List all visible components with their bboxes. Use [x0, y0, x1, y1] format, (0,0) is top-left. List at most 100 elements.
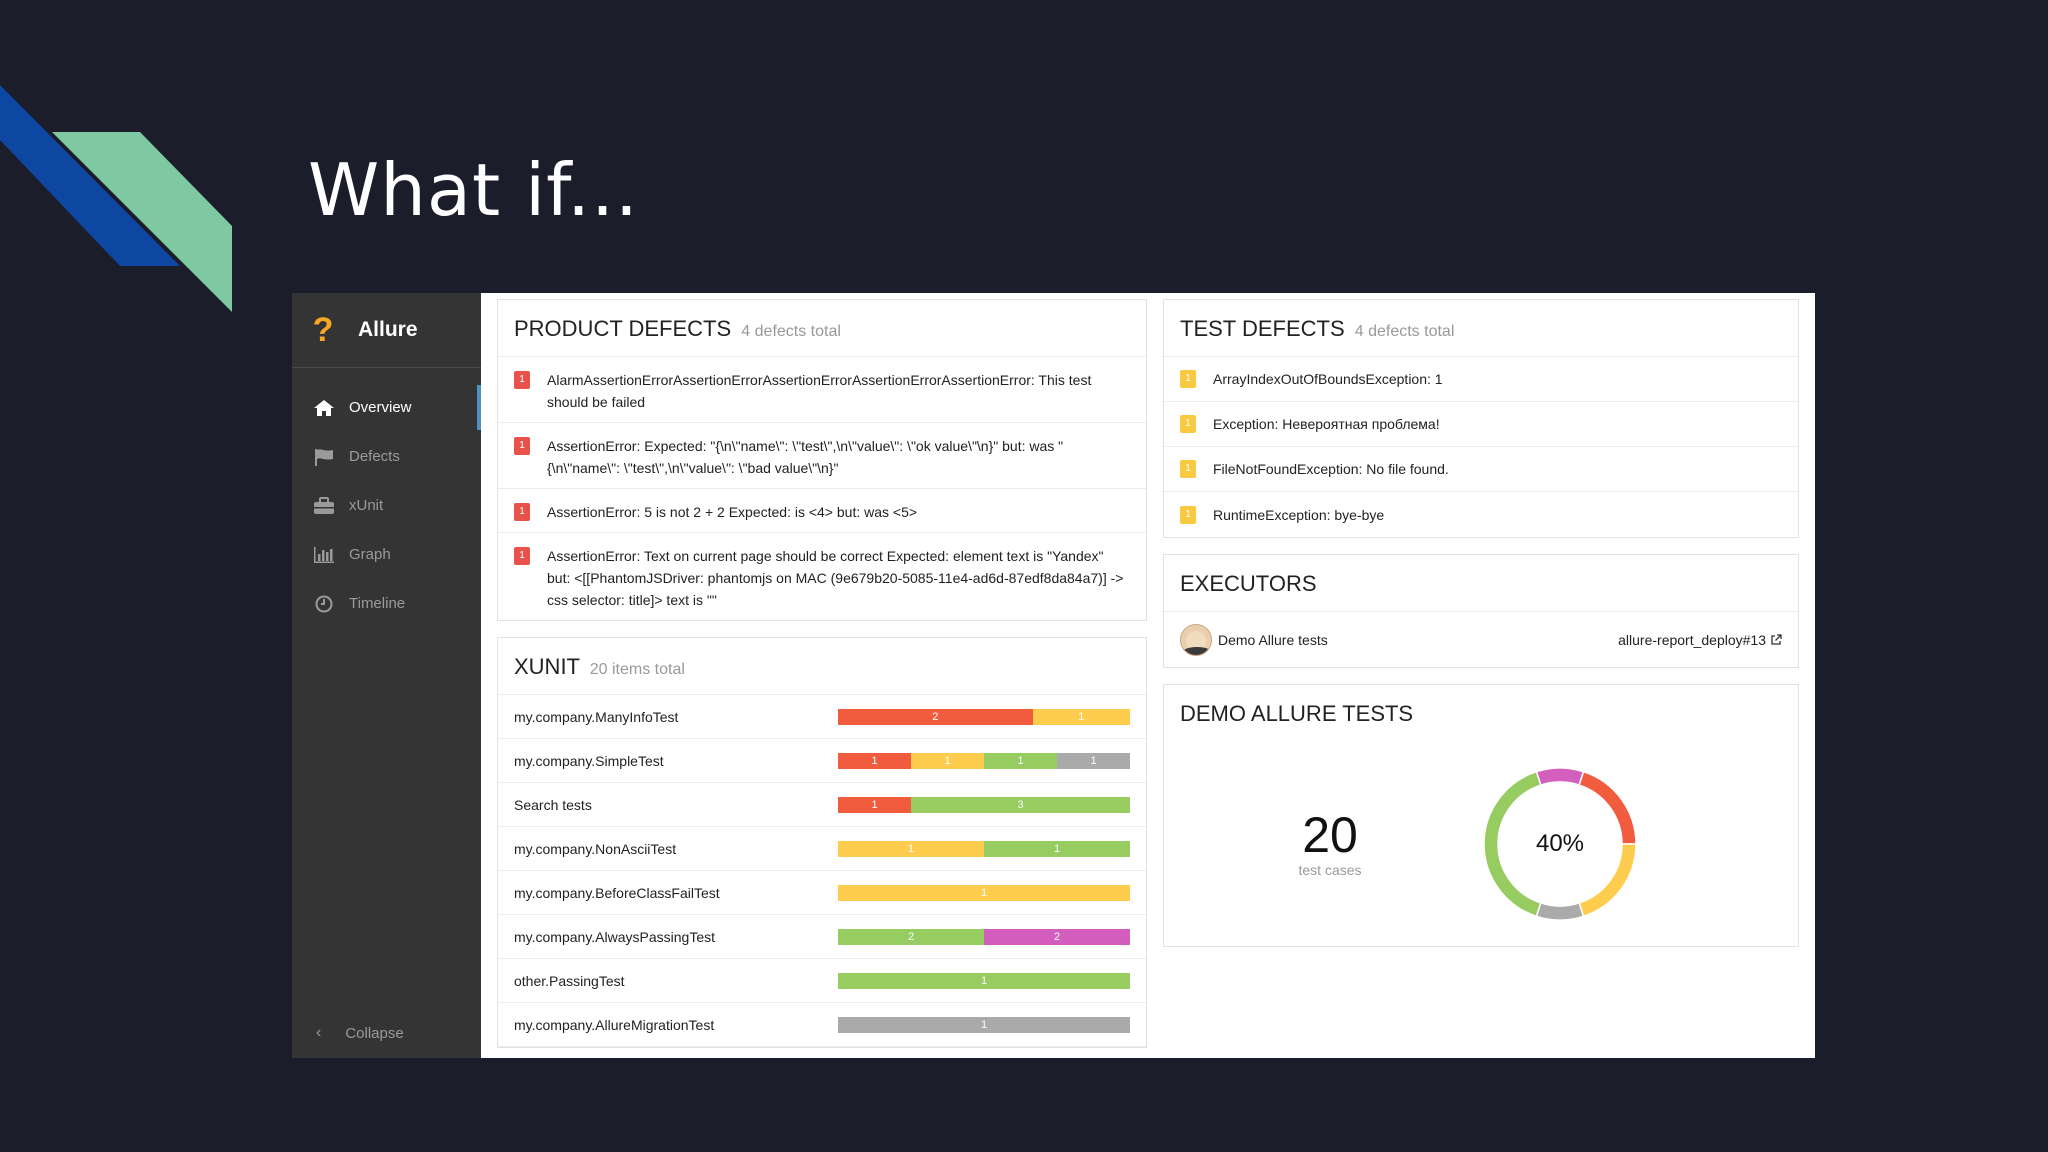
xunit-row[interactable]: my.company.ManyInfoTest 2 1 [498, 695, 1146, 739]
xunit-test-name: my.company.SimpleTest [514, 752, 664, 769]
xunit-test-name: my.company.NonAsciiTest [514, 840, 677, 857]
sidebar-item-xunit[interactable]: xUnit [292, 481, 481, 530]
widget-title-text: PRODUCT DEFECTS [514, 316, 732, 341]
executor-row: Demo Allure tests allure-report_deploy#1… [1164, 612, 1798, 667]
xunit-test-name: Search tests [514, 796, 592, 813]
xunit-test-name: other.PassingTest [514, 972, 625, 989]
defect-message: FileNotFoundException: No file found. [1213, 461, 1449, 477]
sidebar-item-label: xUnit [349, 497, 384, 514]
defect-message: AssertionError: Text on current page sho… [547, 548, 1124, 608]
test-defect-row[interactable]: 1 FileNotFoundException: No file found. [1164, 447, 1798, 492]
product-defect-row[interactable]: 1 AlarmAssertionErrorAssertionErrorAsser… [498, 357, 1146, 423]
xunit-row[interactable]: other.PassingTest 1 [498, 959, 1146, 1003]
external-link-icon [1771, 633, 1782, 645]
xunit-row[interactable]: my.company.AlwaysPassingTest 2 2 [498, 915, 1146, 959]
status-segment-yellow: 1 [1032, 708, 1130, 725]
xunit-row[interactable]: my.company.AllureMigrationTest 1 [498, 1003, 1146, 1047]
status-segment-pink: 2 [984, 928, 1130, 945]
status-bar: 1 [838, 1016, 1130, 1033]
sidebar-item-timeline[interactable]: Timeline [292, 579, 481, 628]
summary-body: 20 test cases 40% [1164, 741, 1798, 946]
sidebar-item-label: Defects [349, 448, 400, 465]
widget-title: XUNIT 20 items total [498, 638, 1146, 695]
chevron-left-icon: ‹ [316, 1024, 322, 1041]
widget-title: DEMO ALLURE TESTS [1164, 685, 1798, 741]
widget-title-text: TEST DEFECTS [1180, 316, 1345, 341]
status-segment-yellow: 1 [838, 840, 984, 857]
status-bar: 1 [838, 884, 1130, 901]
left-column: PRODUCT DEFECTS 4 defects total 1 AlarmA… [497, 299, 1147, 1058]
briefcase-icon [312, 496, 336, 516]
status-bar: 21 [838, 708, 1130, 725]
defect-count-badge: 1 [514, 437, 530, 455]
collapse-label: Collapse [345, 1024, 404, 1042]
test-defect-row[interactable]: 1 ArrayIndexOutOfBoundsException: 1 [1164, 357, 1798, 402]
xunit-row[interactable]: my.company.SimpleTest 1 1 1 1 [498, 739, 1146, 783]
widget-title-text: XUNIT [514, 654, 580, 679]
brand[interactable]: ? Allure [292, 293, 481, 368]
home-icon [312, 398, 336, 418]
status-segment-red: 1 [838, 752, 911, 769]
defect-message: AssertionError: 5 is not 2 + 2 Expected:… [547, 504, 918, 520]
status-bar: 13 [838, 796, 1130, 813]
test-defect-row[interactable]: 1 RuntimeException: bye-bye [1164, 492, 1798, 537]
sidebar-item-label: Overview [349, 399, 412, 416]
defect-message: AssertionError: Expected: "{\n\"name\": … [547, 438, 1064, 476]
test-defect-row[interactable]: 1 Exception: Невероятная проблема! [1164, 402, 1798, 447]
collapse-button[interactable]: ‹ Collapse [292, 1013, 404, 1053]
status-bar: 22 [838, 928, 1130, 945]
xunit-row[interactable]: Search tests 1 3 [498, 783, 1146, 827]
widget-subtitle: 4 defects total [1354, 323, 1455, 340]
success-rate-label: 40% [1535, 829, 1585, 857]
defect-count-badge: 1 [1180, 505, 1196, 524]
clock-icon [312, 594, 336, 614]
xunit-widget: XUNIT 20 items total my.company.ManyInfo… [497, 637, 1147, 1048]
sidebar-item-overview[interactable]: Overview [292, 383, 481, 432]
widget-title-text: EXECUTORS [1180, 571, 1317, 596]
sidebar-item-graph[interactable]: Graph [292, 530, 481, 579]
xunit-row[interactable]: my.company.BeforeClassFailTest 1 [498, 871, 1146, 915]
right-column: TEST DEFECTS 4 defects total 1 ArrayInde… [1163, 299, 1799, 1058]
test-defects-widget: TEST DEFECTS 4 defects total 1 ArrayInde… [1163, 299, 1799, 538]
executor-build-link[interactable]: allure-report_deploy#13 [1618, 632, 1782, 648]
product-defects-widget: PRODUCT DEFECTS 4 defects total 1 AlarmA… [497, 299, 1147, 621]
sidebar-item-label: Graph [349, 546, 391, 563]
sidebar-nav: Overview Defects xUnit Graph Timeline [292, 383, 481, 628]
sidebar-item-defects[interactable]: Defects [292, 432, 481, 481]
widget-subtitle: 20 items total [589, 661, 685, 678]
xunit-test-name: my.company.ManyInfoTest [514, 708, 679, 725]
brand-name: Allure [358, 318, 418, 341]
xunit-test-name: my.company.AlwaysPassingTest [514, 928, 715, 945]
defect-message: RuntimeException: bye-bye [1213, 506, 1385, 523]
xunit-list: my.company.ManyInfoTest 2 1 my.company.Simp… [498, 695, 1146, 1047]
widget-title: TEST DEFECTS 4 defects total [1164, 300, 1798, 357]
status-segment-green: 3 [911, 796, 1130, 813]
product-defect-row[interactable]: 1 AssertionError: Expected: "{\n\"name\"… [498, 423, 1146, 489]
executor-name: Demo Allure tests [1218, 631, 1328, 648]
product-defect-row[interactable]: 1 AssertionError: 5 is not 2 + 2 Expecte… [498, 489, 1146, 533]
executor-build-label: allure-report_deploy#13 [1618, 631, 1766, 648]
question-mark-icon: ? [312, 311, 334, 349]
jenkins-avatar-icon [1180, 623, 1212, 656]
status-segment-gray: 1 [838, 1016, 1130, 1033]
defect-message: Exception: Невероятная проблема! [1213, 416, 1440, 432]
allure-report-window: ? Allure Overview Defects xUnit Graph Ti… [292, 293, 1815, 1058]
flag-icon [312, 447, 336, 467]
xunit-row[interactable]: my.company.NonAsciiTest 1 1 [498, 827, 1146, 871]
test-case-count: 20 [1302, 806, 1358, 863]
defect-count-badge: 1 [514, 371, 530, 389]
defect-count-badge: 1 [514, 503, 530, 521]
defect-count-badge: 1 [1180, 415, 1196, 433]
widget-title: PRODUCT DEFECTS 4 defects total [498, 300, 1146, 357]
defect-count-badge: 1 [1180, 370, 1196, 388]
widget-title-text: DEMO ALLURE TESTS [1180, 701, 1414, 726]
product-defect-row[interactable]: 1 AssertionError: Text on current page s… [498, 533, 1146, 620]
executors-widget: EXECUTORS Demo Allure tests allure-repor… [1163, 554, 1799, 668]
demo-allure-tests-widget: DEMO ALLURE TESTS 20 test cases 40% [1163, 684, 1799, 947]
status-bar: 11 [838, 840, 1130, 857]
test-case-label: test cases [1298, 861, 1362, 878]
status-segment-red: 1 [838, 796, 911, 813]
status-donut-chart[interactable]: 40% [1480, 764, 1640, 924]
status-segment-yellow: 1 [911, 752, 984, 769]
xunit-test-name: my.company.AllureMigrationTest [514, 1016, 715, 1033]
